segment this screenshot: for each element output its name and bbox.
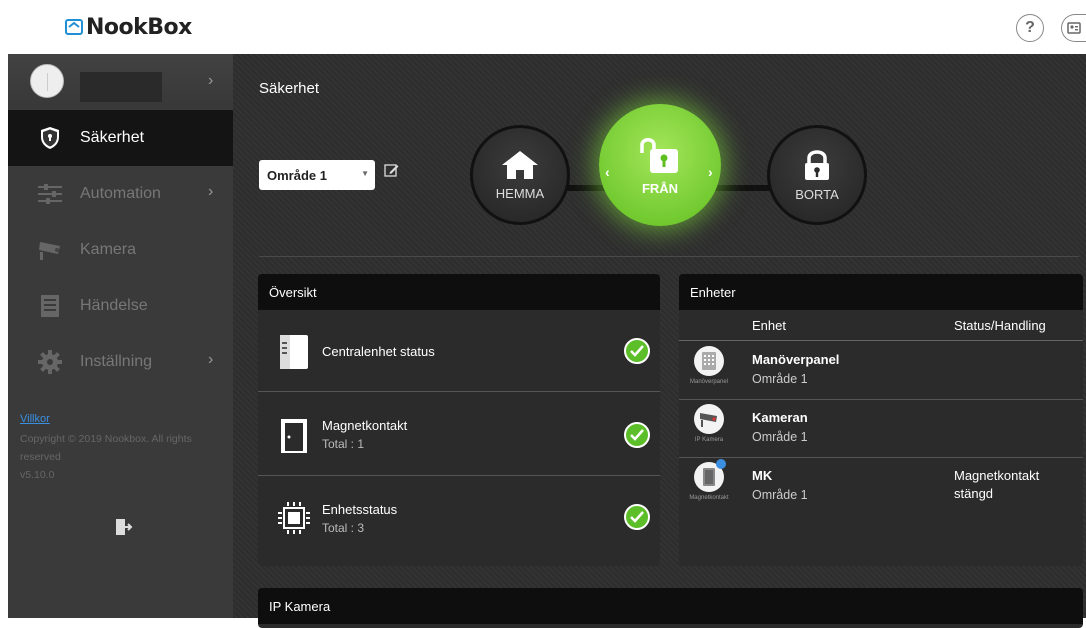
overview-panel: Översikt Centralenhet status Magnetkonta…: [258, 274, 660, 566]
sidebar-item-label: Inställning: [80, 353, 153, 370]
terms-link[interactable]: Villkor: [20, 413, 50, 425]
overview-row-title: Centralenhet status: [322, 344, 435, 359]
mode-off-button[interactable]: FRÅN: [599, 104, 721, 226]
mode-away-button[interactable]: BORTA: [767, 125, 867, 225]
sidebar-item-label: Säkerhet: [80, 129, 145, 146]
badge-icon: [716, 459, 726, 469]
area-select[interactable]: Område 1 ▼: [259, 160, 375, 190]
mode-off-label: FRÅN: [641, 180, 679, 196]
ip-camera-panel: IP Kamera: [258, 588, 1083, 628]
lock-icon: [805, 149, 829, 180]
sidebar-item-label: Händelse: [80, 297, 148, 314]
nookbox-logo-icon: [65, 19, 83, 35]
devices-panel: Enheter Enhet Status/Handling Manöverpan…: [679, 274, 1083, 566]
overview-row-title: Enhetsstatus: [322, 502, 398, 517]
chip-icon: [278, 502, 310, 534]
check-circle-icon: [624, 504, 650, 530]
copyright-text: Copyright © 2019 Nookbox. All rights res…: [20, 433, 192, 463]
col-device-header: Enhet: [752, 318, 786, 333]
device-row-camera[interactable]: IP Kamera Kameran Område 1: [679, 400, 1083, 458]
chevron-left-icon[interactable]: ‹: [605, 164, 610, 180]
sidebar-item-automation[interactable]: Automation ›: [8, 166, 233, 222]
devices-title: Enheter: [679, 274, 1083, 310]
panel-device-icon: [280, 335, 308, 369]
col-status-header: Status/Handling: [954, 318, 1046, 333]
device-area: Område 1: [752, 430, 808, 444]
door-icon: [281, 419, 307, 453]
device-row-magnetic-contact[interactable]: Magnetkontakt MK Område 1 Magnetkontakt …: [679, 458, 1083, 516]
overview-row-central-unit[interactable]: Centralenhet status: [258, 310, 660, 392]
device-caption: Magnetkontakt: [689, 495, 729, 501]
page-title: Säkerhet: [259, 80, 320, 97]
chevron-right-icon: ›: [208, 72, 214, 89]
home-icon: [502, 150, 538, 179]
ip-camera-icon: [694, 404, 724, 434]
list-icon: [36, 292, 64, 320]
overview-row-sub: Total : 1: [322, 437, 365, 451]
device-caption: IP Kamera: [694, 437, 724, 443]
check-circle-icon: [624, 338, 650, 364]
user-profile[interactable]: ›: [8, 54, 233, 108]
device-thumb: IP Kamera: [683, 404, 735, 456]
footer-copyright: Copyright © 2019 Nookbox. All rights res…: [20, 430, 220, 484]
device-name: Manöverpanel: [752, 352, 840, 367]
device-status: Magnetkontakt stängd: [954, 468, 1040, 501]
version-text: v5.10.0: [20, 469, 55, 481]
camera-icon: [36, 236, 64, 264]
device-name: MK: [752, 468, 773, 483]
device-name: Kameran: [752, 410, 808, 425]
overview-row-device-status[interactable]: Enhetsstatus Total : 3: [258, 476, 660, 558]
id-card-icon[interactable]: [1061, 14, 1086, 42]
main-content: Säkerhet Område 1 ▼ HEMMA FRÅN ‹ › BORTA: [233, 54, 1086, 628]
device-caption: Manöverpanel: [689, 379, 729, 385]
shield-icon: [36, 124, 64, 152]
edit-icon[interactable]: [384, 162, 400, 178]
area-select-value: Område 1: [267, 168, 327, 183]
overview-row-magnetic-contact[interactable]: Magnetkontakt Total : 1: [258, 394, 660, 476]
device-area: Område 1: [752, 372, 808, 386]
device-area: Område 1: [752, 488, 808, 502]
device-row-keypad[interactable]: Manöverpanel Manöverpanel Område 1: [679, 342, 1083, 400]
mode-away-label: BORTA: [795, 186, 839, 202]
overview-row-title: Magnetkontakt: [322, 418, 408, 433]
logout-icon[interactable]: [113, 517, 133, 537]
device-thumb: Magnetkontakt: [683, 459, 735, 514]
sidebar-item-handelse[interactable]: Händelse: [8, 278, 233, 334]
chevron-right-icon: ›: [208, 351, 214, 368]
caret-down-icon: ▼: [361, 169, 369, 178]
sidebar-item-label: Automation: [80, 185, 161, 202]
ip-camera-title: IP Kamera: [258, 588, 1083, 624]
magnetic-contact-icon: [694, 459, 726, 492]
keypad-icon: [694, 346, 724, 376]
overview-row-sub: Total : 3: [322, 521, 365, 535]
device-thumb: Manöverpanel: [683, 346, 735, 398]
brand-name: NookBox: [86, 14, 192, 40]
sliders-icon: [36, 180, 64, 208]
help-icon[interactable]: ?: [1016, 14, 1044, 42]
sidebar: › Säkerhet Automation › Kamera Händelse …: [8, 54, 233, 618]
mode-home-label: HEMMA: [495, 185, 545, 201]
unlock-icon: [640, 137, 678, 173]
user-name-redacted: [80, 72, 162, 102]
devices-table-header: Enhet Status/Handling: [679, 310, 1083, 341]
avatar: [30, 64, 64, 98]
check-circle-icon: [624, 422, 650, 448]
divider: [259, 256, 1079, 257]
gear-icon: [36, 348, 64, 376]
sidebar-item-kamera[interactable]: Kamera: [8, 222, 233, 278]
top-bar: NookBox ?: [0, 0, 1086, 54]
overview-title: Översikt: [258, 274, 660, 310]
chevron-right-icon: ›: [208, 183, 214, 200]
sidebar-item-label: Kamera: [80, 241, 137, 258]
mode-home-button[interactable]: HEMMA: [470, 125, 570, 225]
nookbox-logo[interactable]: NookBox: [64, 12, 192, 42]
sidebar-item-sakerhet[interactable]: Säkerhet: [8, 110, 233, 166]
sidebar-item-installning[interactable]: Inställning ›: [8, 334, 233, 390]
chevron-right-icon[interactable]: ›: [708, 164, 713, 180]
